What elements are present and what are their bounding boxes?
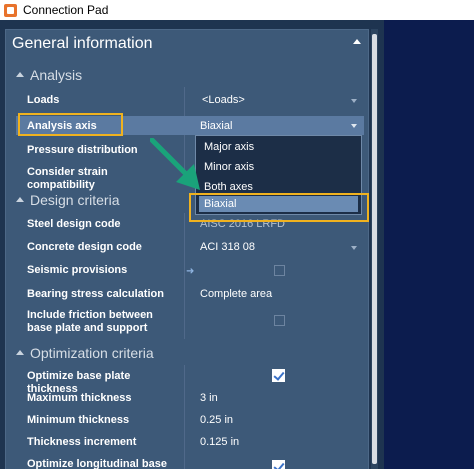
- include-friction-label: Include friction between base plate and …: [27, 309, 153, 334]
- section-title-analysis: Analysis: [30, 67, 83, 83]
- steel-design-code-label: Steel design code: [27, 218, 121, 230]
- dropdown-option-major-axis[interactable]: Major axis: [204, 141, 254, 153]
- optimize-longitudinal-checkbox[interactable]: [272, 460, 285, 469]
- title-bar: Connection Pad: [0, 0, 474, 20]
- section-optimization-criteria[interactable]: Optimization criteria: [5, 342, 369, 364]
- bearing-stress-label: Bearing stress calculation: [27, 288, 164, 300]
- maximum-thickness-label: Maximum thickness: [27, 392, 132, 404]
- chevron-down-icon[interactable]: [351, 124, 357, 128]
- loads-value[interactable]: <Loads>: [202, 94, 352, 106]
- loads-label: Loads: [27, 94, 60, 106]
- dropdown-option-minor-axis[interactable]: Minor axis: [204, 161, 254, 173]
- concrete-design-code-label: Concrete design code: [27, 241, 142, 253]
- section-analysis[interactable]: Analysis: [5, 64, 369, 86]
- chevron-down-icon[interactable]: [351, 246, 357, 250]
- section-caret-icon[interactable]: [16, 350, 24, 355]
- optimize-longitudinal-label: Optimize longitudinal base plate: [27, 458, 167, 469]
- thickness-increment-value[interactable]: 0.125 in: [200, 436, 350, 448]
- analysis-axis-select[interactable]: Biaxial: [200, 120, 350, 132]
- section-title-design: Design criteria: [30, 192, 120, 208]
- column-divider: [184, 213, 185, 339]
- right-pane: [384, 20, 474, 469]
- callout-arrow-icon: [150, 138, 200, 190]
- bearing-stress-value[interactable]: Complete area: [200, 288, 350, 300]
- highlight-box-biaxial-option: [189, 193, 369, 222]
- chevron-down-icon[interactable]: [351, 99, 357, 103]
- include-friction-checkbox[interactable]: [274, 315, 285, 326]
- thickness-increment-label: Thickness increment: [27, 436, 137, 448]
- maximum-thickness-value[interactable]: 3 in: [200, 392, 350, 404]
- dropdown-option-both-axes[interactable]: Both axes: [204, 181, 253, 193]
- panel-title: General information: [12, 35, 153, 52]
- section-caret-icon[interactable]: [16, 72, 24, 77]
- arrow-right-icon: ➜: [186, 266, 195, 277]
- highlight-box-analysis-axis: [18, 113, 123, 136]
- minimum-thickness-label: Minimum thickness: [27, 414, 130, 426]
- seismic-provisions-label: Seismic provisions: [27, 264, 128, 276]
- seismic-provisions-checkbox[interactable]: [274, 265, 285, 276]
- concrete-design-code-value[interactable]: ACI 318 08: [200, 241, 350, 253]
- app-icon: [4, 3, 17, 17]
- window-title: Connection Pad: [23, 3, 109, 17]
- general-information-header[interactable]: General information: [5, 29, 369, 59]
- scrollbar-thumb[interactable]: [372, 34, 377, 464]
- optimize-thickness-checkbox[interactable]: [272, 369, 285, 382]
- section-title-optimization: Optimization criteria: [30, 345, 154, 361]
- collapse-caret-icon[interactable]: [353, 39, 361, 44]
- minimum-thickness-value[interactable]: 0.25 in: [200, 414, 350, 426]
- column-divider: [184, 365, 185, 469]
- section-caret-icon[interactable]: [16, 197, 24, 202]
